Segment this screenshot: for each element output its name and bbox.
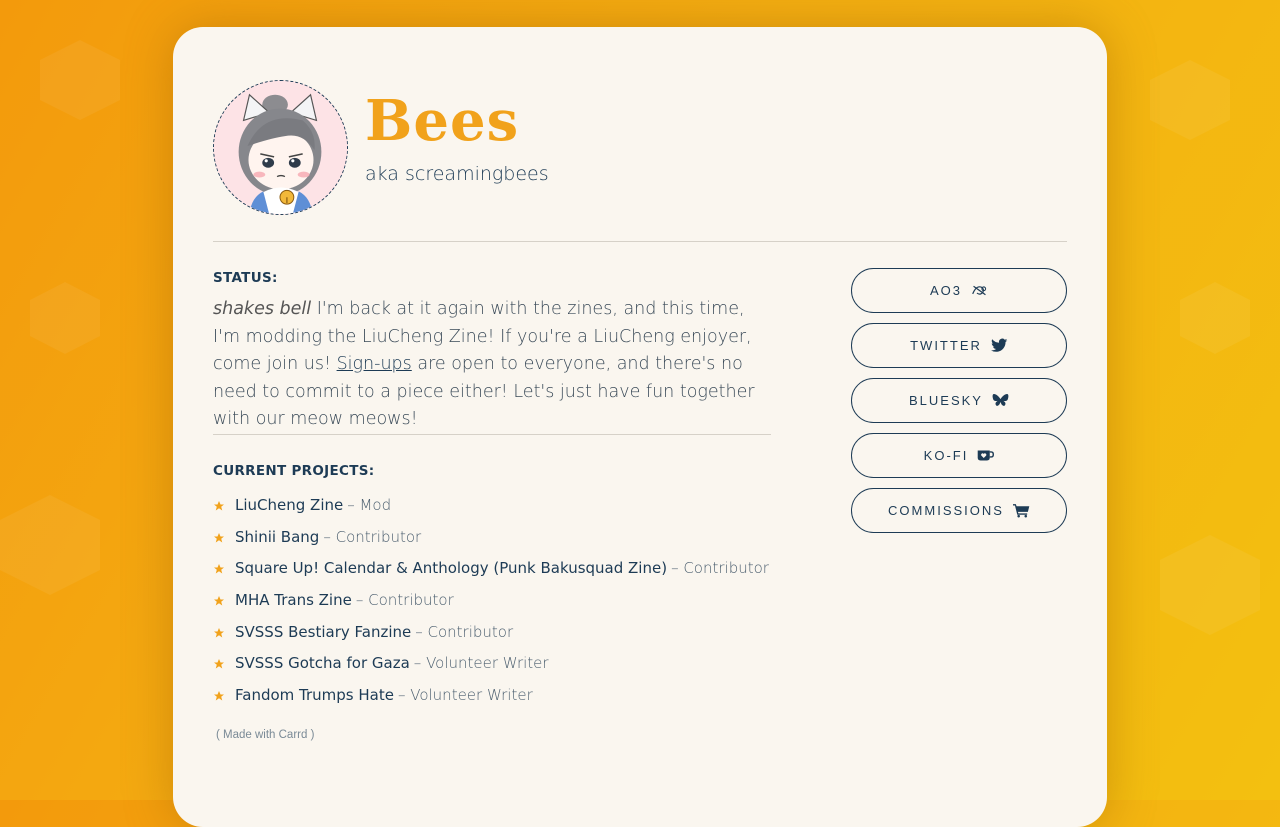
list-item: SVSSS Gotcha for Gaza – Volunteer Writer xyxy=(213,647,769,679)
project-name: SVSSS Gotcha for Gaza xyxy=(235,654,410,673)
ao3-button[interactable]: AO3 xyxy=(851,268,1067,313)
project-role: – Contributor xyxy=(323,527,422,546)
kofi-cup-icon xyxy=(978,450,995,461)
projects-list: LiuCheng Zine – Mod Shinii Bang – Contri… xyxy=(213,489,769,711)
star-icon xyxy=(214,564,224,574)
status-text: shakes bell I'm back at it again with th… xyxy=(213,296,773,434)
profile-name: Bees xyxy=(365,88,520,154)
project-role: – Contributor xyxy=(415,622,514,641)
star-icon xyxy=(214,500,224,511)
star-icon xyxy=(214,690,224,701)
made-with-carrd-link[interactable]: ( Made with Carrd ) xyxy=(216,729,314,741)
project-role: – Mod xyxy=(347,495,392,514)
commissions-button[interactable]: COMMISSIONS xyxy=(851,488,1067,533)
list-item: Fandom Trumps Hate – Volunteer Writer xyxy=(213,679,769,711)
chibi-avatar-illustration xyxy=(214,81,347,214)
list-item: Square Up! Calendar & Anthology (Punk Ba… xyxy=(213,552,769,584)
list-item: SVSSS Bestiary Fanzine – Contributor xyxy=(213,616,769,648)
project-role: – Volunteer Writer xyxy=(397,685,533,704)
project-role: – Volunteer Writer xyxy=(413,654,549,673)
signups-link[interactable]: Sign-ups xyxy=(337,354,412,374)
star-icon xyxy=(214,532,224,543)
twitter-button[interactable]: TWITTER xyxy=(851,323,1067,368)
project-name: Square Up! Calendar & Anthology (Punk Ba… xyxy=(235,559,668,578)
profile-alias: aka screamingbees xyxy=(365,163,549,185)
bluesky-butterfly-icon xyxy=(992,393,1009,406)
project-role: – Contributor xyxy=(671,559,769,578)
bluesky-button[interactable]: BLUESKY xyxy=(851,378,1067,423)
star-icon xyxy=(214,627,224,638)
shopping-cart-icon xyxy=(1012,504,1030,518)
ao3-icon xyxy=(972,285,987,296)
project-name: LiuCheng Zine xyxy=(235,495,344,514)
avatar xyxy=(213,80,348,215)
project-role: – Contributor xyxy=(355,590,454,609)
header-divider xyxy=(213,241,1067,242)
projects-label: CURRENT PROJECTS: xyxy=(213,463,375,479)
list-item: Shinii Bang – Contributor xyxy=(213,521,769,553)
star-icon xyxy=(214,595,224,606)
kofi-button[interactable]: KO-FI xyxy=(851,433,1067,478)
status-lead-italic: shakes bell xyxy=(213,299,312,319)
project-name: Shinii Bang xyxy=(235,527,320,546)
project-name: SVSSS Bestiary Fanzine xyxy=(235,622,412,641)
commissions-button-label: COMMISSIONS xyxy=(888,503,1004,518)
list-item: MHA Trans Zine – Contributor xyxy=(213,584,769,616)
status-label: STATUS: xyxy=(213,270,278,286)
twitter-button-label: TWITTER xyxy=(910,338,982,353)
project-name: MHA Trans Zine xyxy=(235,590,352,609)
star-icon xyxy=(214,659,224,669)
kofi-button-label: KO-FI xyxy=(923,448,969,463)
status-divider xyxy=(213,434,771,435)
list-item: LiuCheng Zine – Mod xyxy=(213,489,769,521)
profile-card: Bees aka screamingbees STATUS: shakes be… xyxy=(173,27,1107,827)
twitter-icon xyxy=(990,338,1008,352)
project-name: Fandom Trumps Hate xyxy=(235,685,394,704)
ao3-button-label: AO3 xyxy=(929,283,962,298)
bluesky-button-label: BLUESKY xyxy=(909,393,983,408)
